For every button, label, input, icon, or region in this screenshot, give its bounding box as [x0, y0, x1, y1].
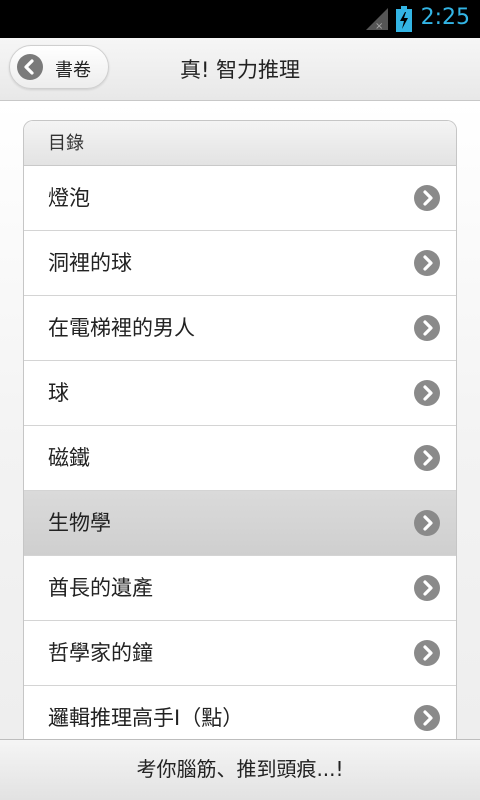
- chevron-right-icon: [414, 380, 440, 406]
- list-item-label: 磁鐵: [48, 446, 90, 470]
- chevron-right-icon: [414, 510, 440, 536]
- list-item[interactable]: 燈泡: [24, 166, 456, 231]
- list-item-label: 洞裡的球: [48, 251, 132, 275]
- svg-text:×: ×: [375, 21, 383, 30]
- clock: 2:25: [420, 5, 470, 30]
- chevron-right-icon: [414, 250, 440, 276]
- list-item[interactable]: 在電梯裡的男人: [24, 296, 456, 361]
- list-item-label: 酋長的遺產: [48, 576, 153, 600]
- list-item-label: 邏輯推理高手I（點）: [48, 706, 244, 730]
- footer-tagline: 考你腦筋、推到頭痕...!: [0, 739, 480, 800]
- page-title: 真! 智力推理: [179, 58, 301, 82]
- list-item-label: 球: [48, 381, 69, 405]
- list-item[interactable]: 洞裡的球: [24, 231, 456, 296]
- chevron-right-icon: [414, 575, 440, 601]
- list-item[interactable]: 生物學: [24, 491, 456, 556]
- list-item-label: 哲學家的鐘: [48, 641, 153, 665]
- list-item[interactable]: 球: [24, 361, 456, 426]
- list-item-label: 生物學: [48, 511, 111, 535]
- list-item[interactable]: 酋長的遺產: [24, 556, 456, 621]
- status-bar: × 2:25: [0, 0, 480, 38]
- chevron-right-icon: [414, 315, 440, 341]
- battery-charging-icon: [396, 6, 412, 32]
- chevron-right-icon: [414, 705, 440, 731]
- list-item[interactable]: 邏輯推理高手I（點）: [24, 686, 456, 740]
- list-item[interactable]: 哲學家的鐘: [24, 621, 456, 686]
- toc-list: 目錄 燈泡洞裡的球在電梯裡的男人球磁鐵生物學酋長的遺產哲學家的鐘邏輯推理高手I（…: [23, 120, 457, 740]
- list-item-label: 燈泡: [48, 186, 90, 210]
- list-item-label: 在電梯裡的男人: [48, 316, 195, 340]
- chevron-right-icon: [414, 640, 440, 666]
- list-item[interactable]: 磁鐵: [24, 426, 456, 491]
- app-header: 書卷 真! 智力推理: [0, 38, 480, 101]
- toc-heading: 目錄: [24, 121, 456, 166]
- chevron-right-icon: [414, 445, 440, 471]
- signal-icon: ×: [366, 8, 388, 30]
- chevron-right-icon: [414, 185, 440, 211]
